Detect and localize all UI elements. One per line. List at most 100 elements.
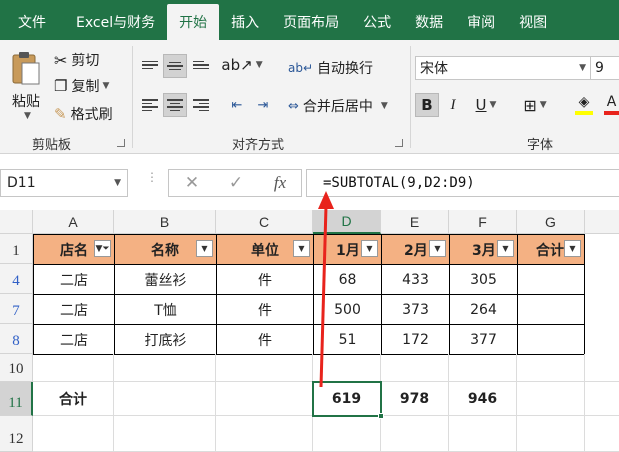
row-header[interactable]: 7 (0, 294, 33, 324)
table-cell[interactable] (517, 294, 585, 325)
decrease-indent-button[interactable]: ⇤ (226, 94, 248, 116)
column-header-a[interactable]: A (33, 210, 114, 234)
font-size-select[interactable]: 9 (590, 56, 619, 80)
filter-dropdown-icon[interactable]: ▼ (361, 240, 378, 257)
tab-view[interactable]: 视图 (507, 4, 559, 40)
paste-button[interactable]: 粘贴 ▼ (6, 48, 46, 124)
total-label-cell[interactable]: 合计 (33, 382, 114, 416)
table-cell[interactable] (216, 416, 313, 452)
align-top-button[interactable] (139, 54, 161, 76)
header-cell-total[interactable]: 合计 ▼ (517, 234, 585, 265)
filter-dropdown-icon[interactable]: ▼ (293, 240, 310, 257)
borders-button[interactable]: ⊞ ▼ (516, 93, 554, 117)
bold-button[interactable]: B (415, 93, 439, 117)
wrap-text-button[interactable]: ab↵ 自动换行 (288, 58, 373, 78)
row-header[interactable]: 4 (0, 264, 33, 294)
fill-color-button[interactable]: ◈ (566, 92, 602, 118)
filter-dropdown-icon[interactable]: ▼ (429, 240, 446, 257)
row-header[interactable]: 11 (0, 382, 33, 416)
filter-dropdown-icon[interactable]: ▼ (564, 240, 581, 257)
header-cell-name[interactable]: 名称 ▼ (114, 234, 217, 265)
active-cell-outline[interactable] (312, 381, 384, 419)
font-name-select[interactable]: 宋体 ▼ (415, 56, 591, 80)
table-cell[interactable]: 蕾丝衫 (114, 264, 217, 295)
table-cell[interactable]: 件 (216, 324, 314, 355)
name-box[interactable]: D11 ▼ (0, 169, 128, 197)
table-cell[interactable] (33, 354, 114, 382)
font-color-button[interactable]: A (604, 92, 619, 118)
column-header-d[interactable]: D (313, 210, 381, 234)
table-cell[interactable] (449, 354, 517, 382)
table-cell[interactable] (517, 264, 585, 295)
header-cell-unit[interactable]: 单位 ▼ (216, 234, 314, 265)
alignment-launcher-icon[interactable] (395, 139, 403, 147)
filter-active-icon[interactable]: ▼⏷ (94, 240, 111, 257)
row-header[interactable]: 1 (0, 234, 33, 264)
fill-handle[interactable] (378, 413, 384, 419)
table-cell[interactable] (216, 354, 313, 382)
table-cell[interactable] (517, 382, 585, 416)
table-cell[interactable] (517, 324, 585, 355)
tab-excel-finance[interactable]: Excel与财务 (64, 4, 167, 40)
copy-button[interactable]: ❐ 复制 ▼ (54, 76, 109, 96)
tab-file[interactable]: 文件 (0, 4, 64, 40)
table-cell[interactable] (313, 354, 381, 382)
align-middle-button[interactable] (163, 54, 187, 78)
table-cell[interactable] (585, 354, 619, 382)
table-cell[interactable]: 68 (313, 264, 382, 295)
table-cell[interactable]: 二店 (33, 324, 115, 355)
table-cell[interactable] (517, 416, 585, 452)
table-cell[interactable]: 373 (381, 294, 450, 325)
table-cell[interactable]: 51 (313, 324, 382, 355)
formula-input[interactable]: =SUBTOTAL(9,D2:D9) (306, 169, 619, 197)
clipboard-launcher-icon[interactable] (117, 139, 125, 147)
formula-bar-grip-icon[interactable]: ⋮ (146, 171, 158, 183)
tab-formulas[interactable]: 公式 (351, 4, 403, 40)
row-header[interactable]: 10 (0, 354, 33, 382)
table-cell[interactable]: T恤 (114, 294, 217, 325)
table-cell[interactable]: 377 (449, 324, 518, 355)
header-cell-mar[interactable]: 3月 ▼ (449, 234, 518, 265)
confirm-entry-icon[interactable]: ✓ (221, 170, 251, 196)
tab-home[interactable]: 开始 (167, 4, 220, 40)
table-cell[interactable]: 172 (381, 324, 450, 355)
column-header-f[interactable]: F (449, 210, 517, 234)
italic-button[interactable]: I (442, 93, 464, 117)
table-cell[interactable] (517, 354, 585, 382)
filter-dropdown-icon[interactable]: ▼ (196, 240, 213, 257)
table-cell[interactable]: 264 (449, 294, 518, 325)
row-header[interactable]: 12 (0, 416, 33, 452)
table-cell[interactable]: 305 (449, 264, 518, 295)
table-cell[interactable] (114, 354, 216, 382)
tab-review[interactable]: 审阅 (455, 4, 507, 40)
table-cell[interactable] (114, 382, 216, 416)
column-header-g[interactable]: G (517, 210, 585, 234)
row-header[interactable]: 8 (0, 324, 33, 354)
tab-page-layout[interactable]: 页面布局 (271, 4, 351, 40)
filter-dropdown-icon[interactable]: ▼ (497, 240, 514, 257)
align-center-button[interactable] (163, 93, 187, 117)
format-painter-button[interactable]: ✎ 格式刷 (54, 104, 113, 124)
table-cell[interactable] (381, 416, 449, 452)
underline-button[interactable]: U ▼ (468, 93, 504, 117)
orientation-button[interactable]: ab↗ ▼ (221, 54, 262, 76)
column-header-b[interactable]: B (114, 210, 216, 234)
total-cell-feb[interactable]: 978 (381, 382, 449, 416)
tab-data[interactable]: 数据 (403, 4, 455, 40)
table-cell[interactable]: 433 (381, 264, 450, 295)
cancel-entry-icon[interactable]: ✕ (177, 170, 207, 196)
select-all-corner[interactable] (0, 210, 33, 234)
insert-function-icon[interactable]: fx (265, 170, 295, 196)
table-cell[interactable]: 件 (216, 264, 314, 295)
table-cell[interactable] (585, 416, 619, 452)
table-cell[interactable]: 二店 (33, 294, 115, 325)
table-cell[interactable] (585, 382, 619, 416)
table-cell[interactable]: 500 (313, 294, 382, 325)
table-cell[interactable] (313, 416, 381, 452)
align-bottom-button[interactable] (190, 54, 212, 76)
table-cell[interactable] (33, 416, 114, 452)
table-cell[interactable] (449, 416, 517, 452)
column-header-e[interactable]: E (381, 210, 449, 234)
align-left-button[interactable] (139, 94, 161, 116)
table-cell[interactable] (114, 416, 216, 452)
